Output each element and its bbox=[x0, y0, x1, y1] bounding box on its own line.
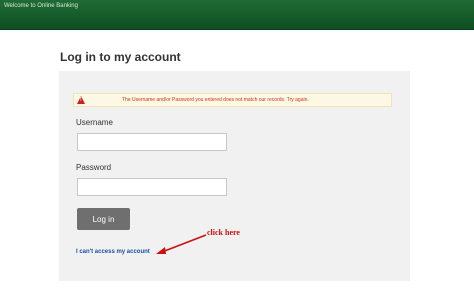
page-title: Log in to my account bbox=[60, 50, 181, 64]
site-header: Welcome to Online Banking bbox=[0, 0, 474, 30]
annotation-arrow bbox=[156, 234, 207, 254]
header-title: Welcome to Online Banking bbox=[4, 3, 78, 9]
login-button[interactable]: Log in bbox=[77, 208, 130, 230]
annotation-label: click here bbox=[207, 228, 240, 237]
username-field[interactable] bbox=[77, 133, 227, 151]
error-alert: ! The Username and/or Password you enter… bbox=[73, 93, 392, 107]
username-label: Username bbox=[76, 118, 113, 127]
alert-message: The Username and/or Password you entered… bbox=[122, 97, 309, 103]
password-field[interactable] bbox=[77, 178, 227, 196]
warning-icon-mark: ! bbox=[80, 97, 82, 103]
arrow-shaft bbox=[161, 234, 207, 253]
cant-access-account-link[interactable]: I can't access my account bbox=[76, 249, 150, 255]
password-label: Password bbox=[76, 163, 112, 172]
arrow-head bbox=[156, 247, 166, 254]
